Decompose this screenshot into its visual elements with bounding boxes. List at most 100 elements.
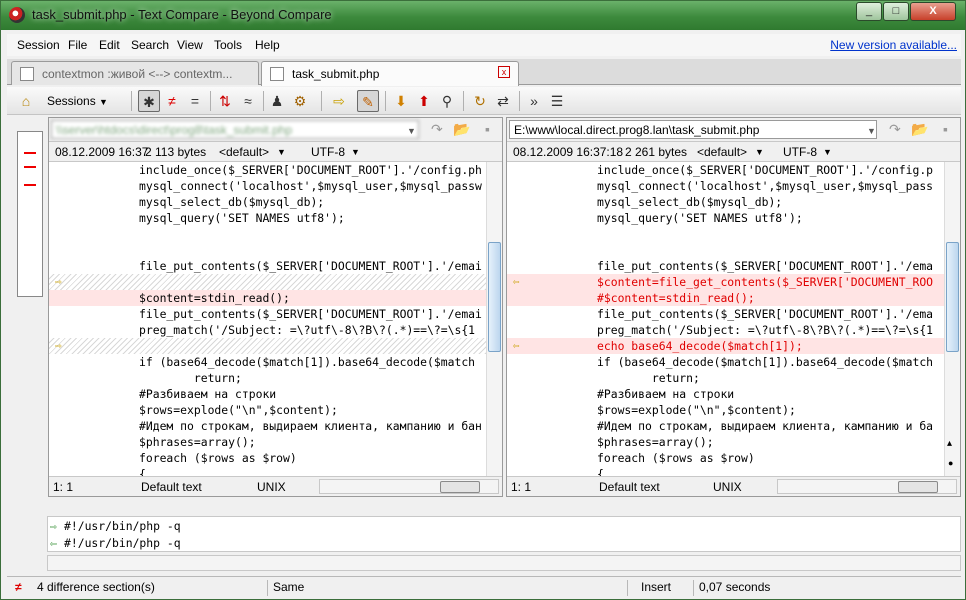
code-line[interactable] — [507, 226, 960, 242]
rules-icon[interactable]: ♟ — [266, 90, 288, 112]
code-line[interactable] — [507, 242, 960, 258]
code-line[interactable]: mysql_connect('localhost',$mysql_user,$m… — [507, 178, 960, 194]
tab-close-icon[interactable]: x — [498, 66, 510, 78]
left-horizontal-scrollbar[interactable] — [319, 479, 499, 494]
code-line[interactable]: include_once($_SERVER['DOCUMENT_ROOT'].'… — [49, 162, 502, 178]
menu-view[interactable]: View — [177, 38, 203, 52]
chevron-down-icon[interactable]: ▼ — [277, 147, 286, 157]
menu-file[interactable]: File — [68, 38, 87, 52]
next-difference-icon[interactable]: ⬇ — [390, 90, 412, 112]
copy-to-right-icon[interactable]: ⇨ — [328, 90, 350, 112]
scroll-dot-icon[interactable]: ● — [948, 458, 953, 468]
code-line[interactable]: mysql_select_db($mysql_db); — [49, 194, 502, 210]
code-line[interactable]: #Разбиваем на строки — [507, 386, 960, 402]
right-encoding-select[interactable]: UTF-8 — [783, 145, 817, 159]
menu-tools[interactable]: Tools — [214, 38, 242, 52]
right-hscroll-thumb[interactable] — [898, 481, 938, 493]
code-line[interactable]: foreach ($rows as $row) — [49, 450, 502, 466]
right-scroll-thumb[interactable] — [946, 242, 959, 352]
code-line[interactable]: file_put_contents($_SERVER['DOCUMENT_ROO… — [507, 258, 960, 274]
code-line[interactable]: file_put_contents($_SERVER['DOCUMENT_ROO… — [49, 306, 502, 322]
copy-right-arrow-icon[interactable]: ⇨ — [55, 340, 67, 352]
code-line[interactable] — [49, 242, 502, 258]
left-encoding-select[interactable]: UTF-8 — [311, 145, 345, 159]
menu-session[interactable]: Session — [17, 38, 60, 52]
right-horizontal-scrollbar[interactable] — [777, 479, 957, 494]
code-line[interactable] — [49, 226, 502, 242]
right-code-view[interactable]: include_once($_SERVER['DOCUMENT_ROOT'].'… — [507, 162, 960, 494]
new-version-link[interactable]: New version available... — [830, 38, 957, 52]
menu-edit[interactable]: Edit — [99, 38, 120, 52]
code-line[interactable]: #Разбиваем на строки — [49, 386, 502, 402]
sync-arrow-icon[interactable]: ↷ — [889, 121, 901, 138]
chevron-down-icon[interactable]: ▼ — [351, 147, 360, 157]
code-line[interactable]: ⇨ — [49, 274, 502, 290]
menu-help[interactable]: Help — [255, 38, 280, 52]
tab-task-submit[interactable]: task_submit.php x — [261, 61, 519, 86]
code-line[interactable]: preg_match('/Subject: =\?utf\-8\?B\?(.*)… — [49, 322, 502, 338]
minimize-button[interactable]: _ — [856, 2, 882, 21]
code-line[interactable]: echo base64_decode($match[1]); ⇦ — [507, 338, 960, 354]
format-icon[interactable]: ⚙ — [289, 90, 311, 112]
copy-left-arrow-icon[interactable]: ⇦ — [513, 340, 525, 352]
home-icon[interactable]: ⌂ — [15, 90, 37, 112]
code-line[interactable]: file_put_contents($_SERVER['DOCUMENT_ROO… — [49, 258, 502, 274]
save-icon[interactable]: ▪ — [943, 121, 948, 137]
tab-contextmon[interactable]: contextmon :живой <--> contextm... — [11, 61, 259, 85]
code-line[interactable]: file_put_contents($_SERVER['DOCUMENT_ROO… — [507, 306, 960, 322]
find-icon[interactable]: ⚲ — [436, 90, 458, 112]
left-code-view[interactable]: include_once($_SERVER['DOCUMENT_ROOT'].'… — [49, 162, 502, 494]
code-line[interactable]: foreach ($rows as $row) — [507, 450, 960, 466]
code-line[interactable]: $phrases=array(); — [507, 434, 960, 450]
details-icon[interactable]: ☰ — [546, 90, 568, 112]
code-line[interactable]: if (base64_decode($match[1]).base64_deco… — [507, 354, 960, 370]
close-button[interactable]: X — [910, 2, 956, 21]
right-format-select[interactable]: <default> — [697, 145, 747, 159]
chevron-down-icon[interactable]: ▼ — [867, 126, 876, 136]
chevron-down-icon[interactable]: ▼ — [823, 147, 832, 157]
code-line[interactable]: include_once($_SERVER['DOCUMENT_ROOT'].'… — [507, 162, 960, 178]
code-line[interactable]: mysql_connect('localhost',$mysql_user,$m… — [49, 178, 502, 194]
code-line[interactable]: $content=file_get_contents($_SERVER['DOC… — [507, 274, 960, 290]
code-line[interactable]: return; — [49, 370, 502, 386]
code-line[interactable]: $rows=explode("\n",$content); — [507, 402, 960, 418]
context-icon[interactable]: ⇅ — [214, 90, 236, 112]
code-line[interactable]: if (base64_decode($match[1]).base64_deco… — [49, 354, 502, 370]
difference-overview-map[interactable] — [17, 131, 43, 297]
save-icon[interactable]: ▪ — [485, 121, 490, 137]
right-vertical-scrollbar[interactable]: ▴ ● ▾ — [944, 162, 960, 485]
left-vertical-scrollbar[interactable] — [486, 162, 502, 482]
copy-left-arrow-icon[interactable]: ⇦ — [513, 276, 525, 288]
expand-icon[interactable]: » — [523, 90, 545, 112]
code-line[interactable]: $phrases=array(); — [49, 434, 502, 450]
previous-difference-icon[interactable]: ⬆ — [413, 90, 435, 112]
minor-icon[interactable]: ≈ — [237, 90, 259, 112]
menu-search[interactable]: Search — [131, 38, 169, 52]
code-line[interactable]: mysql_query('SET NAMES utf8'); — [49, 210, 502, 226]
open-folder-icon[interactable]: 📂 — [453, 121, 470, 138]
code-line[interactable]: #Идем по строкам, выдираем клиента, камп… — [507, 418, 960, 434]
right-path-input[interactable]: E:\www\local.direct.prog8.lan\task_submi… — [509, 120, 877, 139]
code-line[interactable]: #Идем по строкам, выдираем клиента, камп… — [49, 418, 502, 434]
maximize-button[interactable]: □ — [883, 2, 909, 21]
reload-icon[interactable]: ↻ — [469, 90, 491, 112]
code-line[interactable]: return; — [507, 370, 960, 386]
copy-right-arrow-icon[interactable]: ⇨ — [55, 276, 67, 288]
chevron-down-icon[interactable]: ▼ — [407, 126, 416, 136]
left-format-select[interactable]: <default> — [219, 145, 269, 159]
edit-icon[interactable]: ✎ — [357, 90, 379, 112]
open-folder-icon[interactable]: 📂 — [911, 121, 928, 138]
show-same-icon[interactable]: = — [184, 90, 206, 112]
swap-sides-icon[interactable]: ⇄ — [492, 90, 514, 112]
code-line[interactable]: $rows=explode("\n",$content); — [49, 402, 502, 418]
chevron-down-icon[interactable]: ▼ — [755, 147, 764, 157]
left-path-input[interactable]: \\server\htdocs\direct\prog8\task_submit… — [51, 120, 419, 139]
code-line[interactable]: $content=stdin_read(); — [49, 290, 502, 306]
code-line[interactable]: mysql_query('SET NAMES utf8'); — [507, 210, 960, 226]
left-hscroll-thumb[interactable] — [440, 481, 480, 493]
code-line[interactable]: mysql_select_db($mysql_db); — [507, 194, 960, 210]
sync-arrow-icon[interactable]: ↷ — [431, 121, 443, 138]
code-line[interactable]: ⇨ — [49, 338, 502, 354]
code-line[interactable]: #$content=stdin_read(); — [507, 290, 960, 306]
detail-horizontal-scrollbar[interactable] — [47, 555, 961, 571]
